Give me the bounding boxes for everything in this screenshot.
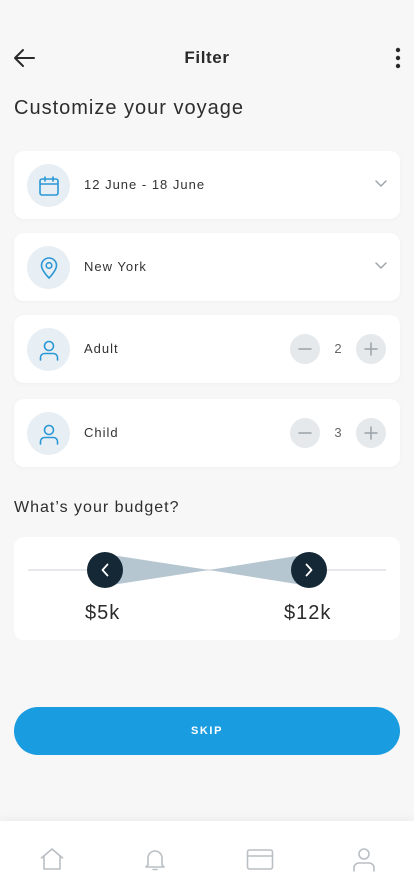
budget-heading: What’s your budget? [14, 499, 180, 516]
nav-home[interactable] [38, 845, 66, 873]
child-icon-wrapper [27, 412, 70, 455]
min-price-handle[interactable] [87, 552, 123, 588]
child-decrement-button[interactable] [290, 418, 320, 448]
location-select[interactable]: New York [14, 233, 400, 301]
nav-notifications[interactable] [141, 845, 169, 873]
budget-range-slider[interactable]: $5k $12k [14, 537, 400, 640]
nav-profile[interactable] [350, 845, 378, 873]
calendar-icon [38, 175, 59, 196]
map-pin-icon [40, 256, 57, 279]
adult-count-value: 2 [334, 341, 342, 356]
app-header: Filter [0, 36, 414, 80]
child-increment-button[interactable] [356, 418, 386, 448]
location-value: New York [84, 259, 147, 274]
minus-icon [298, 432, 312, 434]
card-icon [246, 849, 274, 870]
chevron-down-icon [374, 259, 388, 273]
more-options-button[interactable] [386, 42, 410, 74]
chevron-right-icon [305, 563, 313, 577]
user-icon [39, 424, 58, 445]
location-icon-wrapper [27, 246, 70, 289]
date-range-value: 12 June - 18 June [84, 177, 206, 192]
date-icon-wrapper [27, 164, 70, 207]
adult-decrement-button[interactable] [290, 334, 320, 364]
slider-track [28, 554, 386, 586]
child-stepper: 3 [290, 418, 386, 448]
min-price-label: $5k [85, 602, 121, 624]
home-icon [40, 848, 64, 870]
chevron-down-icon [374, 177, 388, 191]
plus-icon [364, 426, 378, 440]
child-count-value: 3 [334, 425, 342, 440]
more-vertical-icon [395, 47, 401, 69]
profile-icon [353, 848, 375, 872]
section-heading: Customize your voyage [14, 97, 244, 119]
user-icon [39, 340, 58, 361]
adult-stepper: 2 [290, 334, 386, 364]
adult-icon-wrapper [27, 328, 70, 371]
page-title: Filter [184, 48, 230, 67]
bottom-navigation [0, 821, 414, 896]
adult-count-row: Adult 2 [14, 315, 400, 383]
nav-wallet[interactable] [246, 845, 274, 873]
minus-icon [298, 348, 312, 350]
date-range-select[interactable]: 12 June - 18 June [14, 151, 400, 219]
adult-increment-button[interactable] [356, 334, 386, 364]
child-label: Child [84, 425, 119, 440]
skip-button[interactable]: SKIP [14, 707, 400, 755]
adult-label: Adult [84, 341, 119, 356]
plus-icon [364, 342, 378, 356]
max-price-label: $12k [284, 602, 332, 624]
bell-icon [145, 850, 165, 871]
child-count-row: Child 3 [14, 399, 400, 467]
max-price-handle[interactable] [291, 552, 327, 588]
chevron-left-icon [101, 563, 109, 577]
